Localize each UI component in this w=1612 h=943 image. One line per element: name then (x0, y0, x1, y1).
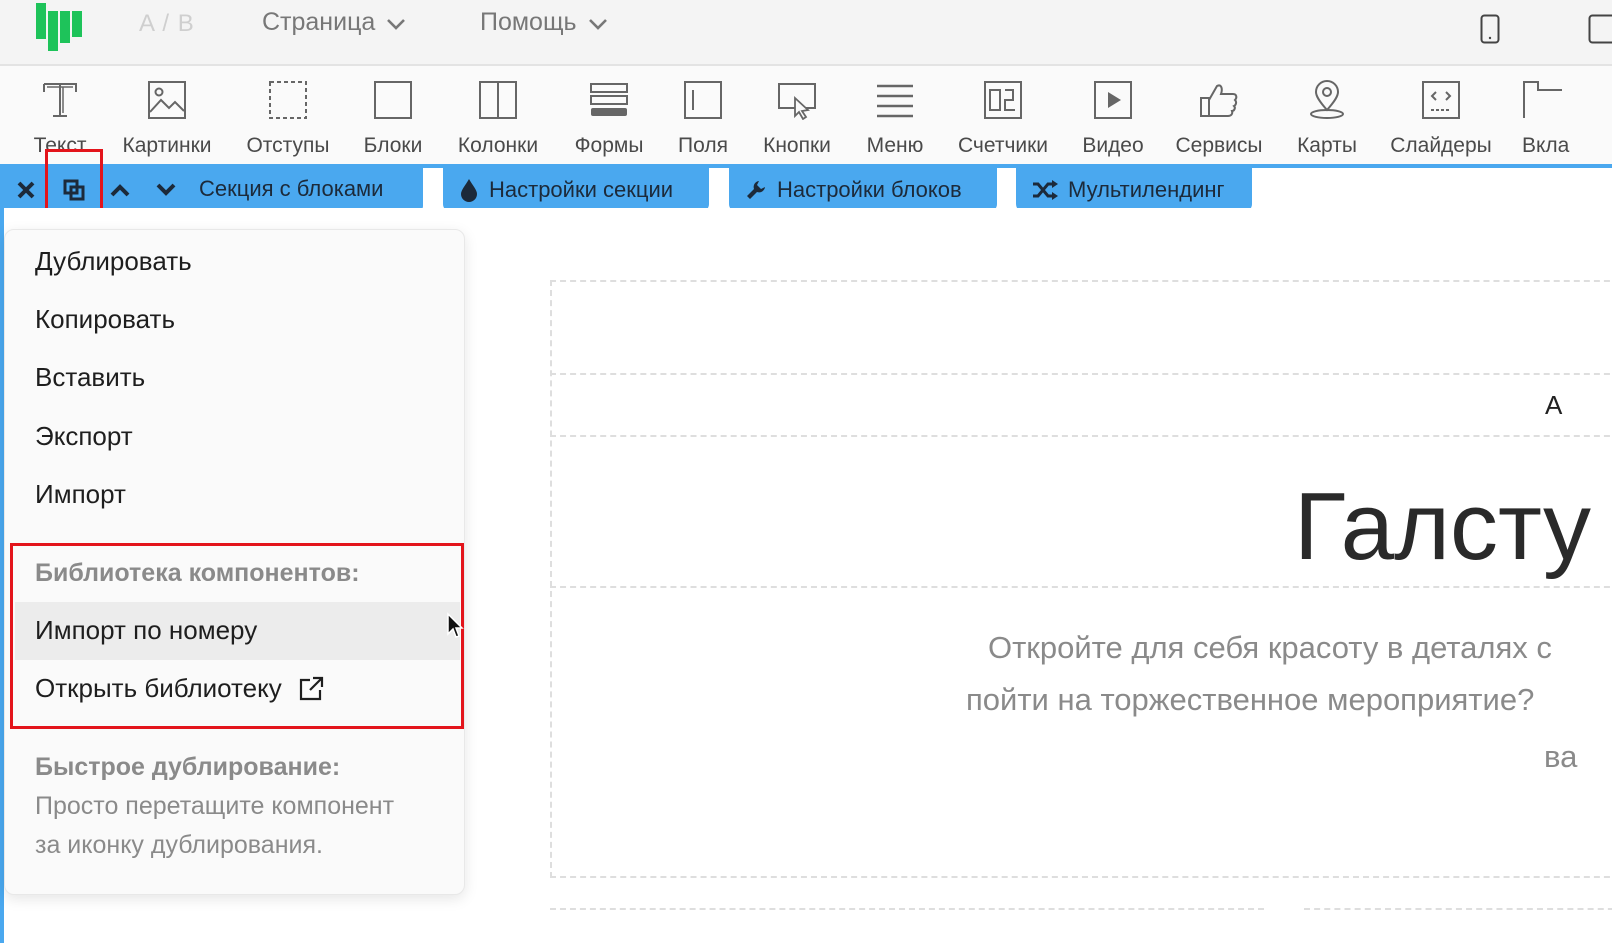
desktop-view-icon[interactable] (1588, 14, 1612, 44)
tool-label: Сервисы (1175, 134, 1263, 157)
map-pin-icon (1310, 80, 1344, 119)
tool-video[interactable]: Видео (1078, 66, 1148, 164)
mouse-cursor-icon (447, 612, 464, 638)
counter-icon (984, 81, 1022, 119)
tool-label: Видео (1082, 134, 1144, 157)
tool-sliders[interactable]: Слайдеры (1386, 66, 1496, 164)
form-icon (590, 83, 628, 116)
element-toolbar: Текст Картинки Отступы Блоки Колонки Фор… (0, 66, 1612, 164)
canvas-paragraph-line[interactable]: ва (1544, 739, 1577, 775)
tool-blocks[interactable]: Блоки (358, 66, 428, 164)
section-title[interactable]: Секция с блоками (199, 176, 383, 202)
highlight-library-section (10, 543, 464, 729)
menu-item-import[interactable]: Импорт (35, 479, 126, 510)
tool-forms[interactable]: Формы (570, 66, 648, 164)
tool-label: Счетчики (957, 134, 1049, 157)
thumbs-up-icon (1200, 84, 1238, 117)
chevron-up-icon (110, 184, 130, 197)
page-menu[interactable]: Страница (262, 8, 407, 37)
menu-item-paste[interactable]: Вставить (35, 362, 145, 393)
tool-fields[interactable]: Поля (674, 66, 732, 164)
section-edit-bar: Секция с блоками Настройки секции Настро… (0, 164, 1612, 212)
columns-icon (479, 81, 517, 119)
block-settings-button[interactable]: Настройки блоков (729, 168, 997, 212)
chevron-down-icon (387, 18, 406, 30)
tool-label: Картинки (122, 134, 212, 157)
tool-columns[interactable]: Колонки (452, 66, 544, 164)
tool-label: Отступы (246, 134, 330, 157)
tool-label: Слайдеры (1390, 134, 1492, 157)
tool-tabs[interactable]: Вкла (1522, 66, 1592, 164)
close-icon (17, 181, 35, 199)
drop-icon (461, 179, 477, 202)
tool-services[interactable]: Сервисы (1172, 66, 1266, 164)
tool-label: Поля (678, 134, 728, 157)
tool-label: Блоки (363, 134, 423, 157)
multilanding-label: Мультилендинг (1068, 177, 1225, 202)
tool-menu[interactable]: Меню (862, 66, 928, 164)
move-up-button[interactable] (106, 176, 134, 204)
video-icon (1094, 81, 1132, 119)
section-settings-label: Настройки секции (489, 177, 674, 202)
button-icon (778, 83, 816, 120)
field-icon (684, 81, 722, 119)
tool-label: Меню (866, 134, 924, 157)
help-menu[interactable]: Помощь (480, 8, 609, 37)
block-settings-label: Настройки блоков (777, 177, 962, 202)
quick-duplicate-header: Быстрое дублирование: (35, 753, 341, 781)
tool-label: Формы (574, 134, 644, 157)
tool-label: Колонки (457, 134, 539, 157)
move-down-button[interactable] (152, 176, 180, 204)
delete-section-button[interactable] (12, 176, 40, 204)
slider-icon (1422, 81, 1460, 119)
quick-duplicate-hint: Просто перетащите компонент за иконку ду… (35, 787, 445, 865)
section-settings-button[interactable]: Настройки секции (443, 168, 709, 212)
menu-icon (877, 84, 913, 118)
hint-line: Просто перетащите компонент (35, 792, 395, 820)
block-icon (374, 81, 412, 119)
tool-label: Вкла (1522, 134, 1570, 157)
tool-label: Карты (1297, 134, 1357, 157)
ab-test-label[interactable]: A / B (139, 10, 195, 38)
menu-item-duplicate[interactable]: Дублировать (35, 246, 192, 277)
tool-spacing[interactable]: Отступы (244, 66, 332, 164)
row-divider (550, 586, 1612, 588)
shuffle-icon (1033, 180, 1058, 200)
chevron-down-icon (156, 183, 176, 196)
page-menu-label: Страница (262, 8, 376, 36)
hint-line: за иконку дублирования. (35, 831, 323, 859)
tool-images[interactable]: Картинки (116, 66, 218, 164)
row-divider (550, 373, 1612, 375)
wrench-icon (747, 181, 765, 199)
logo-icon[interactable] (36, 3, 82, 51)
menu-item-copy[interactable]: Копировать (35, 304, 175, 335)
mobile-view-icon[interactable] (1480, 14, 1500, 44)
tool-maps[interactable]: Карты (1292, 66, 1362, 164)
chevron-down-icon (588, 18, 607, 30)
canvas-heading[interactable]: Галсту (1294, 472, 1591, 582)
image-icon (148, 81, 186, 119)
multilanding-button[interactable]: Мультилендинг (1016, 168, 1252, 212)
canvas-paragraph-line[interactable]: Откройте для себя красоту в деталях с (988, 630, 1552, 666)
tool-label: Кнопки (763, 134, 831, 157)
canvas-letter[interactable]: А (1545, 390, 1562, 421)
canvas-paragraph-line[interactable]: пойти на торжественное мероприятие? (966, 682, 1534, 718)
bottom-divider (1304, 908, 1612, 910)
menu-item-export[interactable]: Экспорт (35, 421, 133, 452)
top-bar: A / B Страница Помощь (0, 0, 1612, 66)
bottom-divider (550, 908, 1264, 910)
tabs-icon (1523, 81, 1562, 118)
spacing-icon (269, 81, 307, 119)
tool-buttons[interactable]: Кнопки (756, 66, 838, 164)
row-divider (550, 435, 1612, 437)
help-menu-label: Помощь (480, 8, 577, 36)
text-icon (43, 83, 77, 117)
tool-counters[interactable]: Счетчики (952, 66, 1054, 164)
